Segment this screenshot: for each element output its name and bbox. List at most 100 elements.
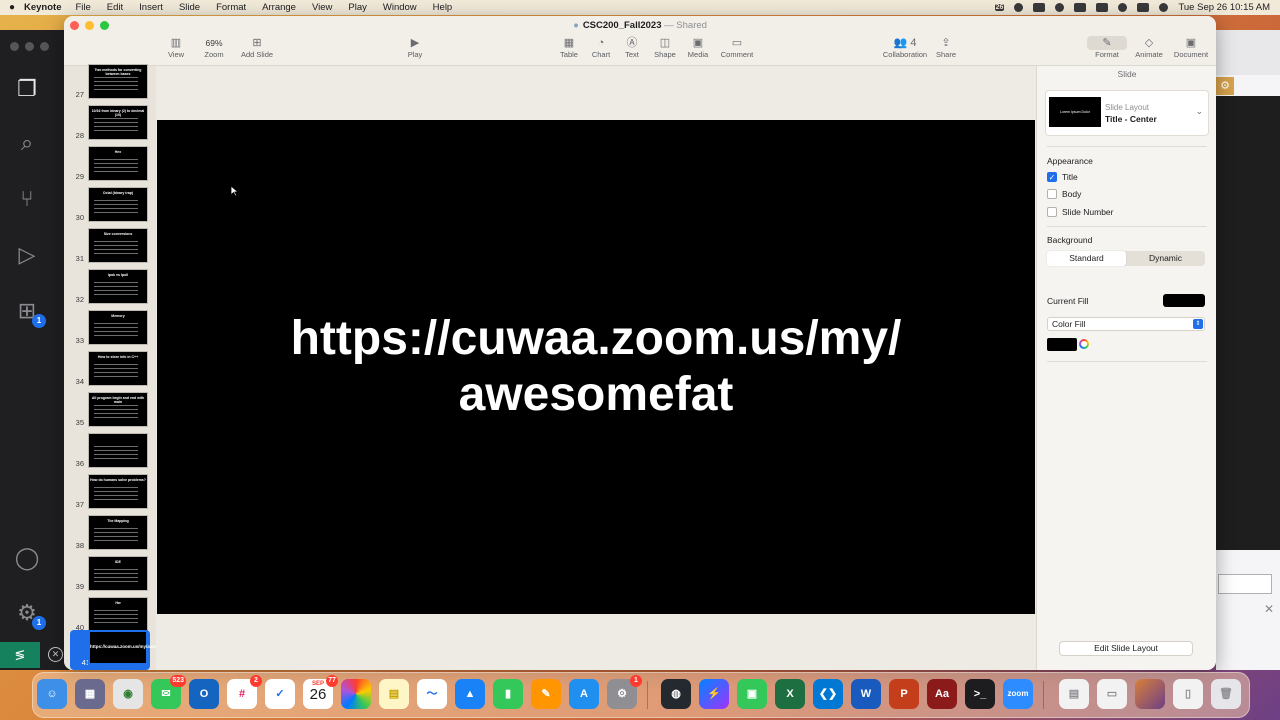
facetime-icon[interactable]: ▣	[737, 679, 767, 709]
status-badge[interactable]: 26	[994, 4, 1005, 11]
close-circle-icon[interactable]: ✕	[48, 647, 63, 662]
slide-canvas[interactable]: https://cuwaa.zoom.us/my/ awesomefat	[156, 66, 1036, 670]
slide-thumbnail-36[interactable]: 36	[64, 433, 156, 471]
share-button[interactable]: ⇪ Share	[918, 36, 974, 59]
github-desktop-icon[interactable]: ◍	[661, 679, 691, 709]
checkmark-status-icon[interactable]	[1014, 3, 1024, 12]
slide-layout-picker[interactable]: Lorem Ipsum Dolor Slide Layout Title - C…	[1045, 90, 1209, 136]
apple-menu-icon[interactable]: ●	[0, 2, 24, 13]
current-fill-swatch[interactable]	[1163, 294, 1205, 307]
excel-icon[interactable]: X	[775, 679, 805, 709]
menu-help[interactable]: Help	[433, 2, 453, 13]
standard-segment[interactable]: Standard	[1047, 251, 1126, 266]
menu-play[interactable]: Play	[348, 2, 366, 13]
comment-button[interactable]: ▭ Comment	[709, 36, 765, 59]
dynamic-segment[interactable]: Dynamic	[1126, 251, 1205, 266]
slide-number-checkbox-row[interactable]: Slide Number	[1047, 207, 1114, 217]
run-debug-icon[interactable]: ▷	[12, 240, 42, 270]
numbers-icon[interactable]: ▮	[493, 679, 523, 709]
slide-thumbnail-31[interactable]: 31 Size conversions	[64, 228, 156, 266]
menu-file[interactable]: File	[75, 2, 90, 13]
trash-icon[interactable]: 🗑	[1211, 679, 1241, 709]
gear-icon[interactable]: ⚙	[1216, 77, 1234, 95]
vscode-dock-icon[interactable]: ❮❯	[813, 679, 843, 709]
source-control-icon[interactable]: ⑂	[12, 184, 42, 214]
messages-icon[interactable]: ✉ 523	[151, 675, 186, 709]
slide-thumbnail-33[interactable]: 33 Memory	[64, 310, 156, 348]
wallpaper-stack-icon[interactable]	[1135, 679, 1165, 709]
add-slide-button[interactable]: ⊞ Add Slide	[229, 36, 285, 59]
background-input-field[interactable]	[1218, 574, 1272, 594]
explorer-icon[interactable]: ❐	[12, 74, 42, 104]
title-checkbox-row[interactable]: ✓ Title	[1047, 172, 1078, 182]
color-wheel-icon[interactable]	[1079, 339, 1089, 349]
document-stack-icon[interactable]: ▤	[1059, 679, 1089, 709]
app-store-icon[interactable]: A	[569, 679, 599, 709]
terminal-icon[interactable]: >_	[965, 679, 995, 709]
slide-thumbnail-38[interactable]: 38 The Mapping	[64, 515, 156, 553]
screenshot-stack-icon[interactable]: ▭	[1097, 679, 1127, 709]
title-checkbox[interactable]: ✓	[1047, 172, 1057, 182]
play-status-icon[interactable]	[1055, 3, 1065, 12]
menu-slide[interactable]: Slide	[179, 2, 200, 13]
play-button[interactable]: ▶ Play	[387, 36, 443, 59]
wifi-icon[interactable]	[1096, 3, 1109, 12]
reminders-icon[interactable]: ✓	[265, 679, 295, 709]
calendar-icon[interactable]: SEP 26 77	[303, 675, 338, 709]
search-icon[interactable]	[1118, 3, 1128, 12]
body-checkbox-row[interactable]: Body	[1047, 189, 1081, 199]
fill-type-select[interactable]: Color Fill ⇕	[1047, 317, 1205, 331]
screen-record-icon[interactable]	[1033, 3, 1046, 12]
system-settings-icon[interactable]: ⚙ 1	[607, 675, 642, 709]
menu-insert[interactable]: Insert	[139, 2, 163, 13]
slide-thumbnail-39[interactable]: 39 IDE	[64, 556, 156, 594]
launchpad-icon[interactable]: ▦	[75, 679, 105, 709]
messenger-icon[interactable]: ⚡	[699, 679, 729, 709]
account-icon[interactable]: ◯	[12, 543, 42, 573]
menu-edit[interactable]: Edit	[107, 2, 123, 13]
inspector-tab-slide[interactable]: Slide	[1037, 69, 1216, 79]
battery-icon[interactable]	[1074, 3, 1087, 12]
keynote-dock-icon[interactable]: ▲	[455, 679, 485, 709]
slide-thumbnail-34[interactable]: 34 How to store info in C++	[64, 351, 156, 389]
remote-connection-icon[interactable]: ≶	[0, 642, 40, 668]
menu-arrange[interactable]: Arrange	[262, 2, 296, 13]
notes-icon[interactable]: ▤	[379, 679, 409, 709]
slide-thumbnail-41-selected[interactable]: 41 https://cuwaa.zoom.us/my/awesomefat	[70, 630, 173, 670]
document-name[interactable]: CSC200_Fall2023	[583, 20, 662, 31]
outlook-icon[interactable]: O	[189, 679, 219, 709]
photos-icon[interactable]	[341, 679, 371, 709]
slide-title-text[interactable]: https://cuwaa.zoom.us/my/ awesomefat	[246, 311, 946, 423]
chrome-icon[interactable]: ◉	[113, 679, 143, 709]
freeform-icon[interactable]: 〜	[417, 679, 447, 709]
menu-window[interactable]: Window	[383, 2, 417, 13]
slide-number-checkbox[interactable]	[1047, 207, 1057, 217]
zoom-icon[interactable]: zoom	[1003, 679, 1033, 709]
siri-icon[interactable]	[1159, 3, 1169, 12]
settings-gear-icon[interactable]: ⚙ 1	[12, 598, 46, 630]
slide-thumbnail-27[interactable]: 27 Two methods for converting between bas…	[64, 64, 156, 102]
control-center-icon[interactable]	[1137, 3, 1150, 12]
edit-slide-layout-button[interactable]: Edit Slide Layout	[1059, 641, 1193, 656]
search-icon[interactable]: ⌕	[12, 128, 42, 158]
body-checkbox[interactable]	[1047, 189, 1057, 199]
pages-icon[interactable]: ✎	[531, 679, 561, 709]
menu-app-name[interactable]: Keynote	[24, 2, 61, 13]
current-slide[interactable]: https://cuwaa.zoom.us/my/ awesomefat	[157, 120, 1035, 614]
slide-thumbnail-35[interactable]: 35 All program begin and end with main	[64, 392, 156, 430]
slide-thumbnail-30[interactable]: 30 Octal (binary trap)	[64, 187, 156, 225]
slide-thumbnail-28[interactable]: 28 10/16 from binary (2) to decimal (10)	[64, 105, 156, 143]
dictionary-icon[interactable]: Aa	[927, 679, 957, 709]
slide-thumbnail-37[interactable]: 37 How do humans solve problems?	[64, 474, 156, 512]
downloads-stack-icon[interactable]: ▯	[1173, 679, 1203, 709]
finder-icon[interactable]: ☺	[37, 679, 67, 709]
extensions-icon[interactable]: ⊞ 1	[12, 296, 46, 328]
word-icon[interactable]: W	[851, 679, 881, 709]
menu-format[interactable]: Format	[216, 2, 246, 13]
powerpoint-icon[interactable]: P	[889, 679, 919, 709]
color-well[interactable]	[1047, 338, 1077, 351]
slide-thumbnail-32[interactable]: 32 Ipok vs Ipoll	[64, 269, 156, 307]
document-button[interactable]: ▣ Document	[1163, 36, 1216, 59]
slack-icon[interactable]: #2	[227, 675, 262, 709]
slide-thumbnail-29[interactable]: 29 Hex	[64, 146, 156, 184]
